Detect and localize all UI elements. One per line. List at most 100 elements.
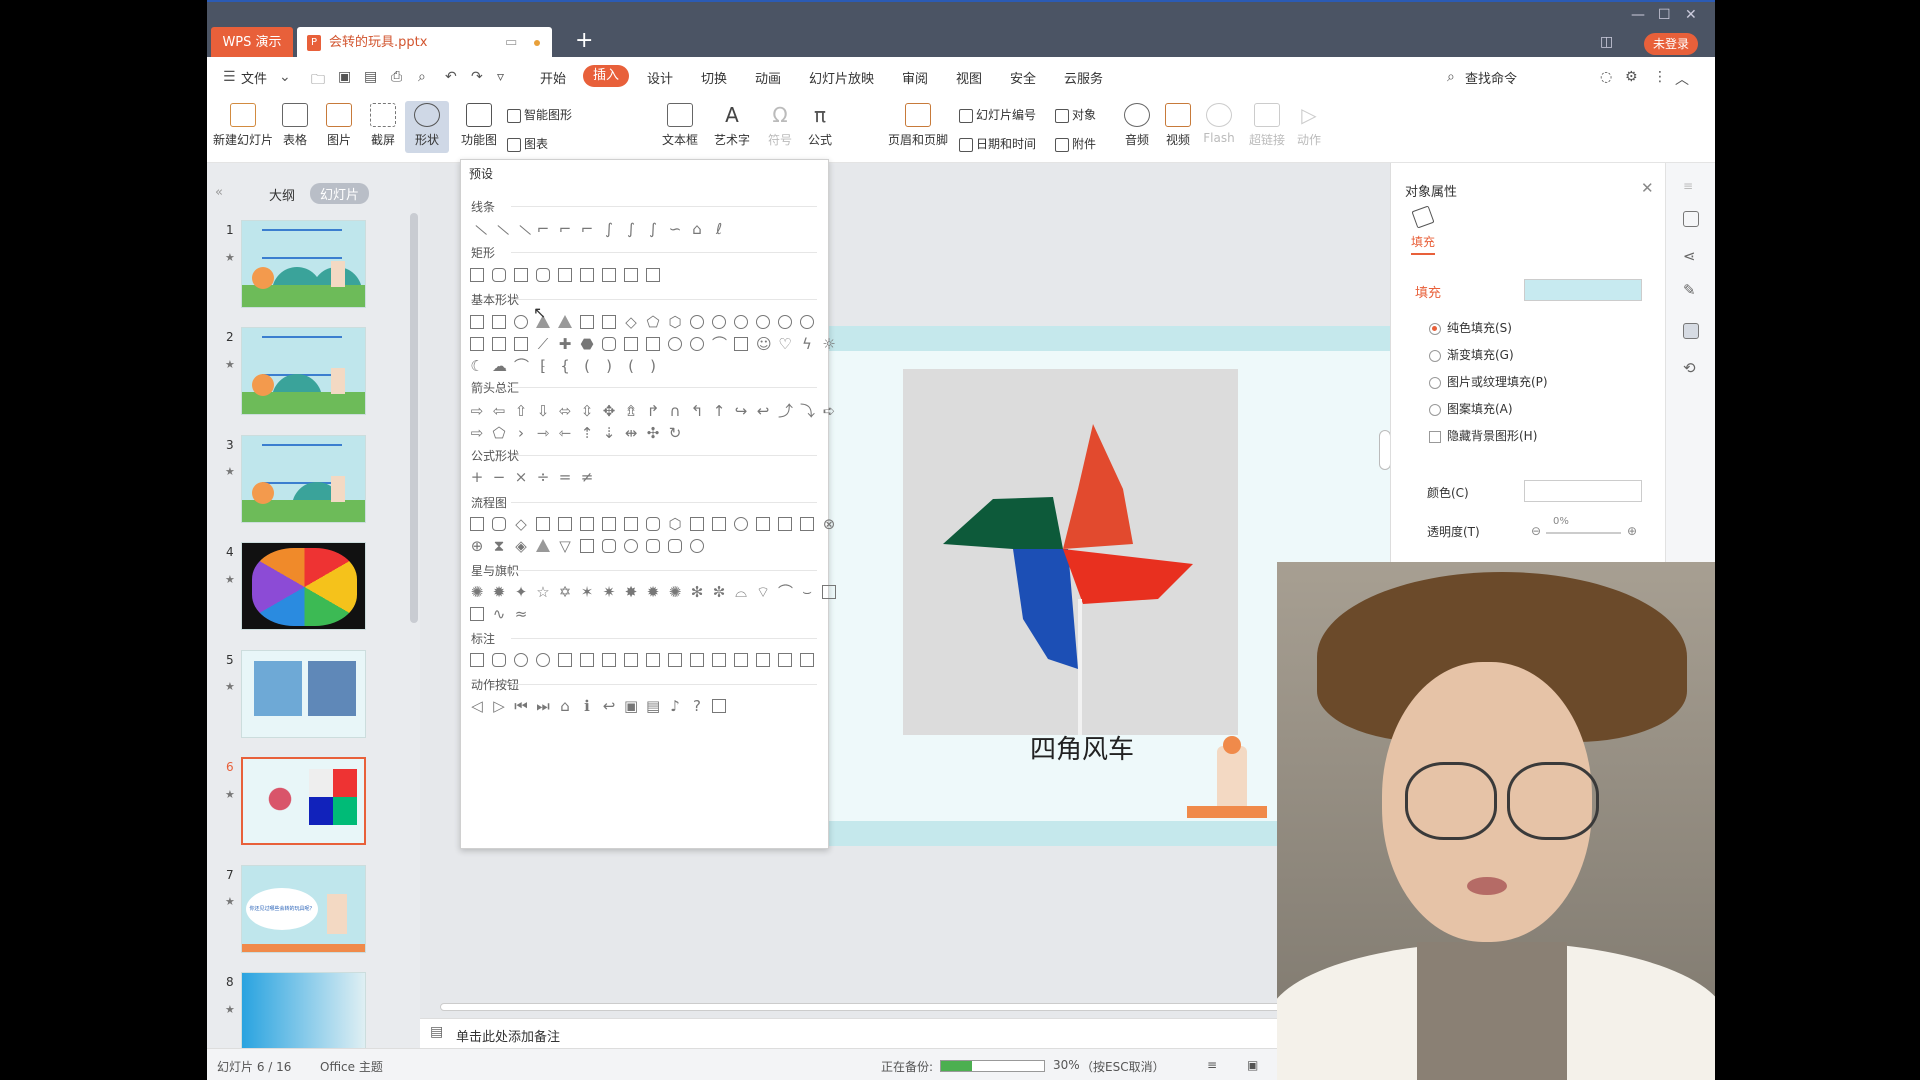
print-icon[interactable]: ⎙: [391, 69, 402, 85]
star-8-shape[interactable]: ✷: [602, 585, 616, 600]
plain-rectangle-shape[interactable]: [646, 268, 660, 282]
curved-left-arrow-shape[interactable]: ↩: [756, 404, 770, 419]
tab-outline[interactable]: 大纲: [269, 185, 295, 204]
corner-shape[interactable]: [514, 337, 528, 351]
hide-background-checkbox[interactable]: 隐藏背景图形(H): [1429, 427, 1537, 444]
pentagon-arrow-shape[interactable]: ⬠: [492, 426, 506, 441]
line-callout-accent-1-shape[interactable]: [646, 653, 660, 667]
can-shape[interactable]: [602, 337, 616, 351]
dodecagon-shape[interactable]: [756, 315, 770, 329]
chord-shape[interactable]: [800, 315, 814, 329]
octagon-shape[interactable]: [712, 315, 726, 329]
slide-thumbnail-3[interactable]: [241, 435, 366, 523]
close-panel-icon[interactable]: ✕: [1641, 179, 1654, 197]
cross-shape[interactable]: ✚: [558, 337, 572, 352]
horizontal-scroll-shape[interactable]: [470, 607, 484, 621]
round-diagonal-rectangle-shape[interactable]: [624, 268, 638, 282]
round-single-rectangle-shape[interactable]: [580, 268, 594, 282]
undo-icon[interactable]: ↶: [445, 69, 457, 85]
snip-diagonal-rectangle-shape[interactable]: [558, 268, 572, 282]
slide-thumbnail-2[interactable]: [241, 327, 366, 415]
left-right-up-arrow-shape[interactable]: ⇯: [624, 404, 638, 419]
action-movie-button-shape[interactable]: ▣: [624, 699, 638, 714]
left-bracket-shape[interactable]: (: [580, 359, 594, 374]
screenshot-button[interactable]: 截屏: [362, 103, 404, 148]
flowchart-delay-shape[interactable]: [602, 539, 616, 553]
star-5-shape[interactable]: ☆: [536, 585, 550, 600]
video-button[interactable]: 视频: [1158, 103, 1198, 148]
function-diagram-button[interactable]: 功能图: [454, 103, 504, 148]
ribbon-up-shape[interactable]: ⌓: [734, 585, 748, 600]
up-arrow-callout-shape[interactable]: ⇡: [580, 426, 594, 441]
curved-arrow-shape[interactable]: ∫: [624, 222, 638, 237]
flowchart-terminator-shape[interactable]: [646, 517, 660, 531]
decrease-icon[interactable]: ⊖: [1531, 524, 1541, 538]
tab-security[interactable]: 安全: [1010, 68, 1036, 87]
fill-section-header[interactable]: 填充: [1415, 282, 1441, 301]
diagonal-stripe-shape[interactable]: ⟋: [536, 337, 550, 352]
flowchart-manual-operation-shape[interactable]: [712, 517, 726, 531]
save-icon[interactable]: ▣: [338, 69, 351, 85]
rounded-rectangle-shape[interactable]: [492, 268, 506, 282]
tab-insert[interactable]: 插入: [583, 65, 630, 87]
flowchart-card-shape[interactable]: [778, 517, 792, 531]
curved-right-arrow-shape[interactable]: ↪: [734, 404, 748, 419]
arc-shape[interactable]: ⌒: [514, 359, 529, 374]
star-32-shape[interactable]: ✼: [712, 585, 726, 600]
explosion-2-shape[interactable]: ✹: [492, 585, 506, 600]
bent-up-arrow-shape[interactable]: ↑: [712, 404, 726, 419]
slide-caption[interactable]: 四角风车: [1030, 729, 1134, 766]
line-callout-4-shape[interactable]: [624, 653, 638, 667]
cube-shape[interactable]: [624, 337, 638, 351]
new-slide-button[interactable]: 新建幻灯片: [212, 103, 274, 148]
date-time-button[interactable]: 日期和时间: [959, 135, 1036, 152]
rectangle-shape[interactable]: [470, 268, 484, 282]
textbox-shape[interactable]: [470, 315, 484, 329]
quad-arrow-callout-shape[interactable]: ✣: [646, 426, 660, 441]
line-shape[interactable]: [467, 225, 487, 245]
half-frame-shape[interactable]: [492, 337, 506, 351]
collapse-panel-icon[interactable]: «: [215, 185, 223, 200]
double-brace-shape[interactable]: {: [558, 359, 572, 374]
tab-transition[interactable]: 切换: [701, 68, 727, 87]
flowchart-collate-shape[interactable]: ⧗: [492, 539, 506, 554]
tab-review[interactable]: 审阅: [902, 68, 928, 87]
flowchart-preparation-shape[interactable]: ⬡: [668, 517, 682, 532]
action-custom-button-shape[interactable]: [712, 699, 726, 713]
header-footer-button[interactable]: 页眉和页脚: [883, 103, 953, 148]
new-tab-button[interactable]: +: [575, 28, 593, 53]
diamond-shape[interactable]: ◇: [624, 315, 638, 330]
wps-brand-tab[interactable]: WPS 演示: [211, 27, 293, 59]
flowchart-direct-access-shape[interactable]: [668, 539, 682, 553]
flowchart-internal-storage-shape[interactable]: [580, 517, 594, 531]
curved-ribbon-up-shape[interactable]: ⌒: [778, 585, 793, 600]
picture-button[interactable]: 图片: [318, 103, 360, 148]
document-tab[interactable]: P 会转的玩具.pptx ▭: [297, 27, 552, 59]
command-search[interactable]: 查找命令: [1465, 68, 1517, 87]
no-symbol-shape[interactable]: [690, 337, 704, 351]
gear-icon[interactable]: ⚙: [1625, 69, 1638, 85]
donut-shape[interactable]: [668, 337, 682, 351]
line-callout-2-shape[interactable]: [580, 653, 594, 667]
snip-round-rectangle-shape[interactable]: [536, 268, 550, 282]
plaque-shape[interactable]: ⬣: [580, 337, 594, 352]
flowchart-extract-shape[interactable]: [536, 539, 550, 552]
line-callout-border-3-shape[interactable]: [778, 653, 792, 667]
flowchart-alternate-process-shape[interactable]: [492, 517, 506, 531]
login-button[interactable]: 未登录: [1644, 33, 1698, 55]
left-brace-shape[interactable]: (: [624, 359, 638, 374]
elbow-arrow-shape[interactable]: ⌐: [558, 222, 572, 237]
object-button[interactable]: 对象: [1055, 106, 1096, 123]
quad-arrow-shape[interactable]: ✥: [602, 404, 616, 419]
lightning-bolt-shape[interactable]: ϟ: [800, 337, 814, 352]
flowchart-process-shape[interactable]: [470, 517, 484, 531]
gradient-fill-radio[interactable]: 渐变填充(G): [1429, 346, 1514, 363]
smart-graphic-button[interactable]: 智能图形: [507, 106, 572, 123]
export-pdf-icon[interactable]: ▤: [364, 69, 377, 85]
flowchart-offpage-connector-shape[interactable]: [756, 517, 770, 531]
line-callout-border-2-shape[interactable]: [756, 653, 770, 667]
line-callout-accent-3-shape[interactable]: [690, 653, 704, 667]
theme-name[interactable]: Office 主题: [320, 1058, 383, 1075]
slide-thumbnail-5[interactable]: [241, 650, 366, 738]
star-16-shape[interactable]: ✺: [668, 585, 682, 600]
